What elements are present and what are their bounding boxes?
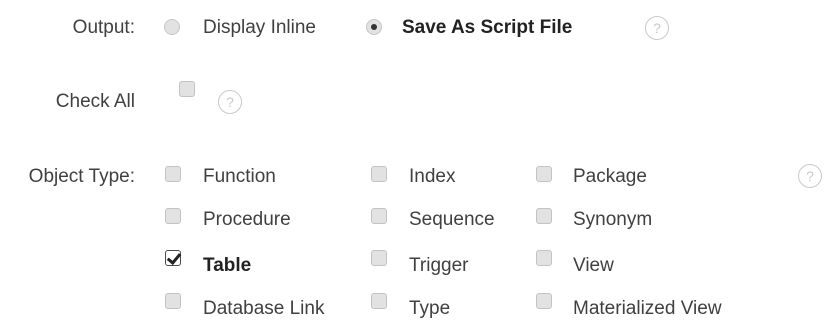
check-all-label: Check All — [55, 91, 135, 112]
check-all-help-icon[interactable]: ? — [218, 90, 242, 114]
database-link-label[interactable]: Database Link — [203, 297, 324, 321]
type-label[interactable]: Type — [409, 297, 450, 321]
display-inline-radio[interactable] — [164, 19, 180, 35]
procedure-checkbox[interactable] — [165, 208, 181, 224]
object-type-help-icon[interactable]: ? — [798, 164, 822, 188]
view-label[interactable]: View — [573, 254, 614, 278]
procedure-label[interactable]: Procedure — [203, 208, 291, 232]
type-checkbox[interactable] — [371, 293, 387, 309]
view-checkbox[interactable] — [536, 250, 552, 266]
output-label: Output: — [72, 17, 135, 38]
materialized-view-checkbox[interactable] — [536, 293, 552, 309]
save-as-script-label[interactable]: Save As Script File — [402, 16, 572, 40]
function-label[interactable]: Function — [203, 165, 276, 189]
table-label[interactable]: Table — [203, 254, 251, 278]
index-checkbox[interactable] — [371, 166, 387, 182]
save-as-script-radio[interactable] — [366, 19, 382, 35]
display-inline-label[interactable]: Display Inline — [203, 16, 316, 40]
package-checkbox[interactable] — [536, 166, 552, 182]
database-link-checkbox[interactable] — [165, 293, 181, 309]
synonym-checkbox[interactable] — [536, 208, 552, 224]
trigger-checkbox[interactable] — [371, 250, 387, 266]
index-label[interactable]: Index — [409, 165, 455, 189]
output-help-icon[interactable]: ? — [645, 16, 669, 40]
function-checkbox[interactable] — [165, 166, 181, 182]
object-type-label: Object Type: — [28, 166, 135, 187]
package-label[interactable]: Package — [573, 165, 647, 189]
materialized-view-label[interactable]: Materialized View — [573, 297, 722, 321]
table-checkbox[interactable] — [165, 250, 181, 266]
sequence-label[interactable]: Sequence — [409, 208, 495, 232]
trigger-label[interactable]: Trigger — [409, 254, 468, 278]
check-all-checkbox[interactable] — [179, 81, 195, 97]
synonym-label[interactable]: Synonym — [573, 208, 652, 232]
sequence-checkbox[interactable] — [371, 208, 387, 224]
